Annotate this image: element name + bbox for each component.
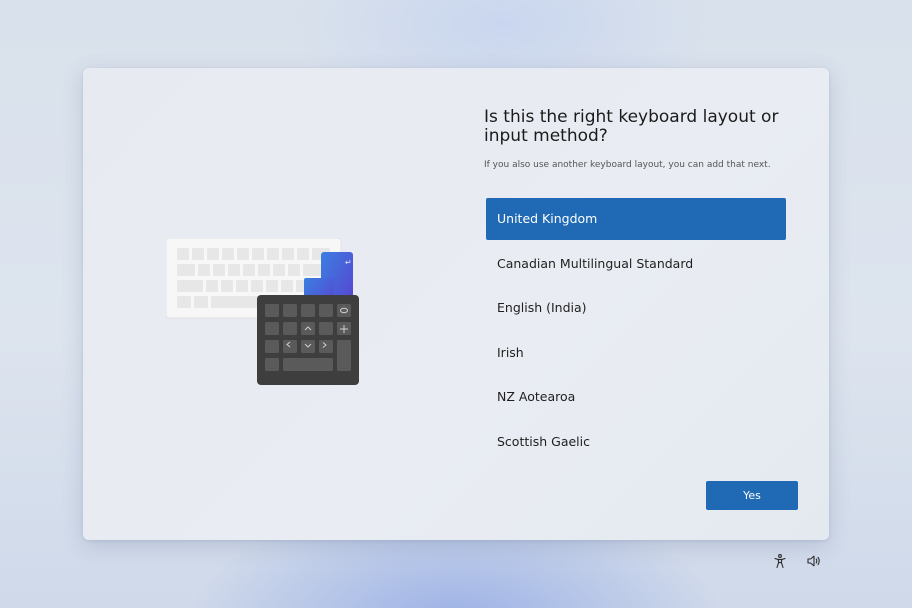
- layout-option-nz-aotearoa[interactable]: NZ Aotearoa: [486, 376, 786, 418]
- layout-option-canadian-multilingual-standard[interactable]: Canadian Multilingual Standard: [486, 243, 786, 285]
- setup-dialog: ↵ Is this the right keyboard layout or i…: [83, 68, 829, 540]
- keyboard-layout-list: United Kingdom Canadian Multilingual Sta…: [486, 198, 786, 465]
- page-title: Is this the right keyboard layout or inp…: [484, 107, 779, 146]
- layout-option-united-kingdom[interactable]: United Kingdom: [486, 198, 786, 240]
- yes-button[interactable]: Yes: [706, 481, 798, 510]
- svg-text:↵: ↵: [345, 258, 352, 267]
- layout-option-irish[interactable]: Irish: [486, 332, 786, 374]
- page-subtitle: If you also use another keyboard layout,…: [484, 160, 771, 170]
- layout-option-scottish-gaelic[interactable]: Scottish Gaelic: [486, 421, 786, 463]
- accessibility-icon[interactable]: [772, 553, 788, 569]
- volume-icon[interactable]: [806, 553, 822, 569]
- layout-option-english-india[interactable]: English (India): [486, 287, 786, 329]
- keyboard-illustration: ↵: [166, 238, 359, 385]
